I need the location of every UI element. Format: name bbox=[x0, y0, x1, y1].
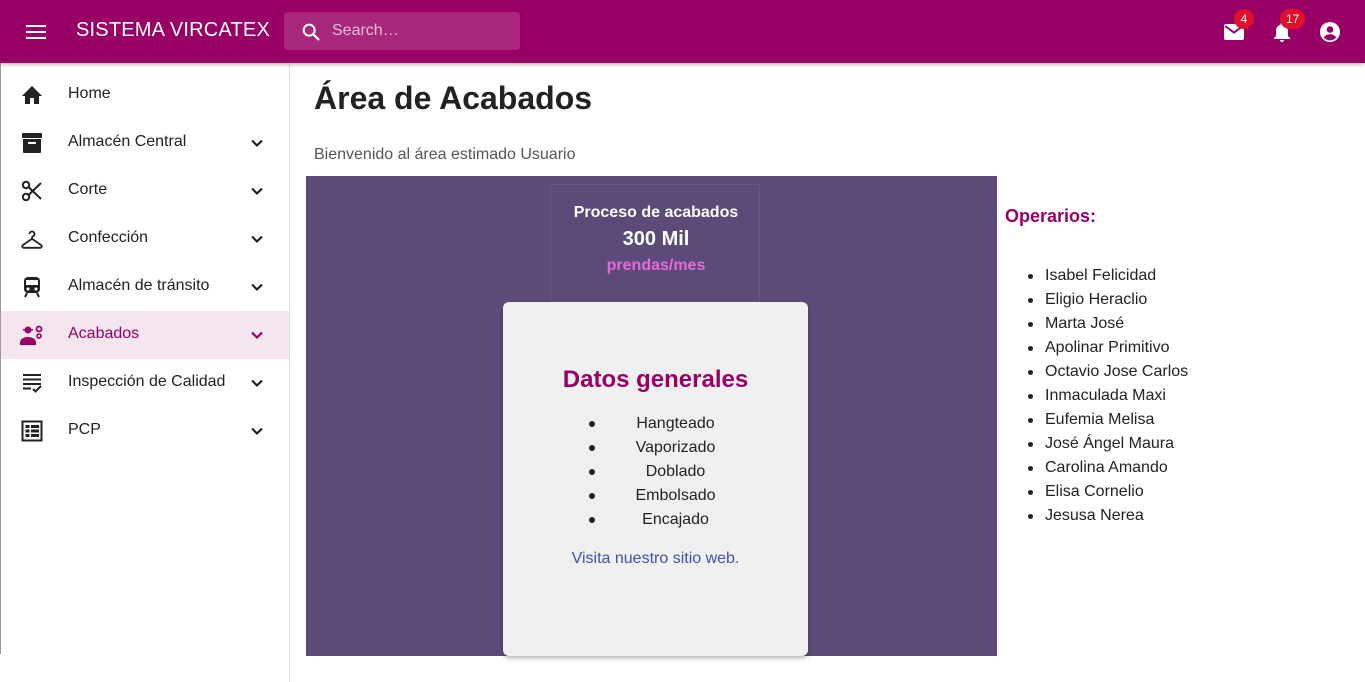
menu-button[interactable] bbox=[22, 18, 50, 46]
welcome-text: Bienvenido al área estimado Usuario bbox=[314, 146, 576, 163]
stat-unit: prendas/mes bbox=[606, 257, 706, 274]
sidebar-item-inspeccion-calidad[interactable]: Inspección de Calidad bbox=[1, 359, 289, 407]
account-circle-icon bbox=[1320, 22, 1340, 42]
list-item: Doblado bbox=[503, 460, 808, 484]
app-title: SISTEMA VIRCATEX bbox=[76, 19, 270, 41]
sidebar-item-label: Inspección de Calidad bbox=[68, 373, 226, 390]
chevron-down-icon bbox=[251, 379, 263, 388]
list-item: Eligio Heraclio bbox=[1025, 288, 1188, 312]
sidebar-item-confeccion[interactable]: Confección bbox=[1, 215, 289, 263]
list-item: Vaporizado bbox=[503, 436, 808, 460]
scissors-icon bbox=[20, 179, 44, 203]
sidebar-item-label: Almacén Central bbox=[68, 133, 187, 150]
chevron-down-icon bbox=[251, 235, 263, 244]
app-bar: SISTEMA VIRCATEX 4 17 bbox=[0, 0, 1365, 63]
page-title: Área de Acabados bbox=[314, 80, 593, 116]
list-item: Carolina Amando bbox=[1025, 456, 1188, 480]
sidebar-item-acabados[interactable]: Acabados bbox=[1, 311, 289, 359]
list-item: Hangteado bbox=[503, 412, 808, 436]
list-item: Encajado bbox=[503, 508, 808, 532]
list-item: Elisa Cornelio bbox=[1025, 480, 1188, 504]
home-icon bbox=[20, 83, 44, 107]
list-item: Octavio Jose Carlos bbox=[1025, 360, 1188, 384]
sidebar-item-corte[interactable]: Corte bbox=[1, 167, 289, 215]
card-title: Datos generales bbox=[562, 366, 749, 393]
sidebar-item-label: Home bbox=[68, 85, 111, 102]
general-data-card: Datos generales Hangteado Vaporizado Dob… bbox=[503, 302, 808, 656]
sidebar: Home Almacén Central Corte Confección Al… bbox=[0, 63, 290, 682]
mail-button[interactable]: 4 bbox=[1220, 9, 1254, 46]
list-item: Jesusa Nerea bbox=[1025, 504, 1188, 528]
checklist-icon bbox=[20, 371, 44, 395]
stat-value: 300 Mil bbox=[622, 228, 690, 250]
engineering-icon bbox=[20, 323, 44, 347]
chevron-down-icon bbox=[251, 187, 263, 196]
chevron-down-icon bbox=[251, 139, 263, 148]
chevron-down-icon bbox=[251, 331, 263, 340]
stat-box: Proceso de acabados 300 Mil prendas/mes bbox=[550, 184, 760, 302]
sidebar-item-home[interactable]: Home bbox=[1, 71, 289, 119]
sidebar-item-label: Corte bbox=[68, 181, 108, 198]
list-item: José Ángel Maura bbox=[1025, 432, 1188, 456]
website-link[interactable]: Visita nuestro sitio web. bbox=[503, 550, 808, 568]
list-item: Embolsado bbox=[503, 484, 808, 508]
list-item: Apolinar Primitivo bbox=[1025, 336, 1188, 360]
notifications-button[interactable]: 17 bbox=[1268, 9, 1306, 46]
search-icon bbox=[302, 23, 320, 41]
list-item: Eufemia Melisa bbox=[1025, 408, 1188, 432]
mail-badge: 4 bbox=[1234, 9, 1254, 29]
hanger-icon bbox=[20, 227, 44, 251]
search-box[interactable] bbox=[284, 12, 520, 50]
list-item: Isabel Felicidad bbox=[1025, 264, 1188, 288]
notifications-badge: 17 bbox=[1280, 9, 1306, 29]
list-item: Marta José bbox=[1025, 312, 1188, 336]
sidebar-item-almacen-transito[interactable]: Almacén de tránsito bbox=[1, 263, 289, 311]
stat-label: Proceso de acabados bbox=[573, 204, 739, 221]
sidebar-item-label: PCP bbox=[68, 421, 101, 438]
search-input[interactable] bbox=[332, 12, 512, 50]
archive-icon bbox=[20, 131, 44, 155]
sidebar-item-label: Almacén de tránsito bbox=[68, 277, 210, 294]
train-icon bbox=[20, 275, 44, 299]
operarios-title: Operarios: bbox=[1005, 206, 1097, 226]
calendar-grid-icon bbox=[20, 419, 44, 443]
menu-icon bbox=[26, 25, 46, 39]
process-list: Hangteado Vaporizado Doblado Embolsado E… bbox=[503, 412, 808, 532]
chevron-down-icon bbox=[251, 283, 263, 292]
chevron-down-icon bbox=[251, 427, 263, 436]
sidebar-item-almacen-central[interactable]: Almacén Central bbox=[1, 119, 289, 167]
account-button[interactable] bbox=[1316, 18, 1344, 46]
sidebar-item-label: Confección bbox=[68, 229, 149, 246]
operarios-list: Isabel Felicidad Eligio Heraclio Marta J… bbox=[1025, 264, 1188, 528]
sidebar-item-pcp[interactable]: PCP bbox=[1, 407, 289, 455]
list-item: Inmaculada Maxi bbox=[1025, 384, 1188, 408]
sidebar-item-label: Acabados bbox=[68, 325, 140, 342]
